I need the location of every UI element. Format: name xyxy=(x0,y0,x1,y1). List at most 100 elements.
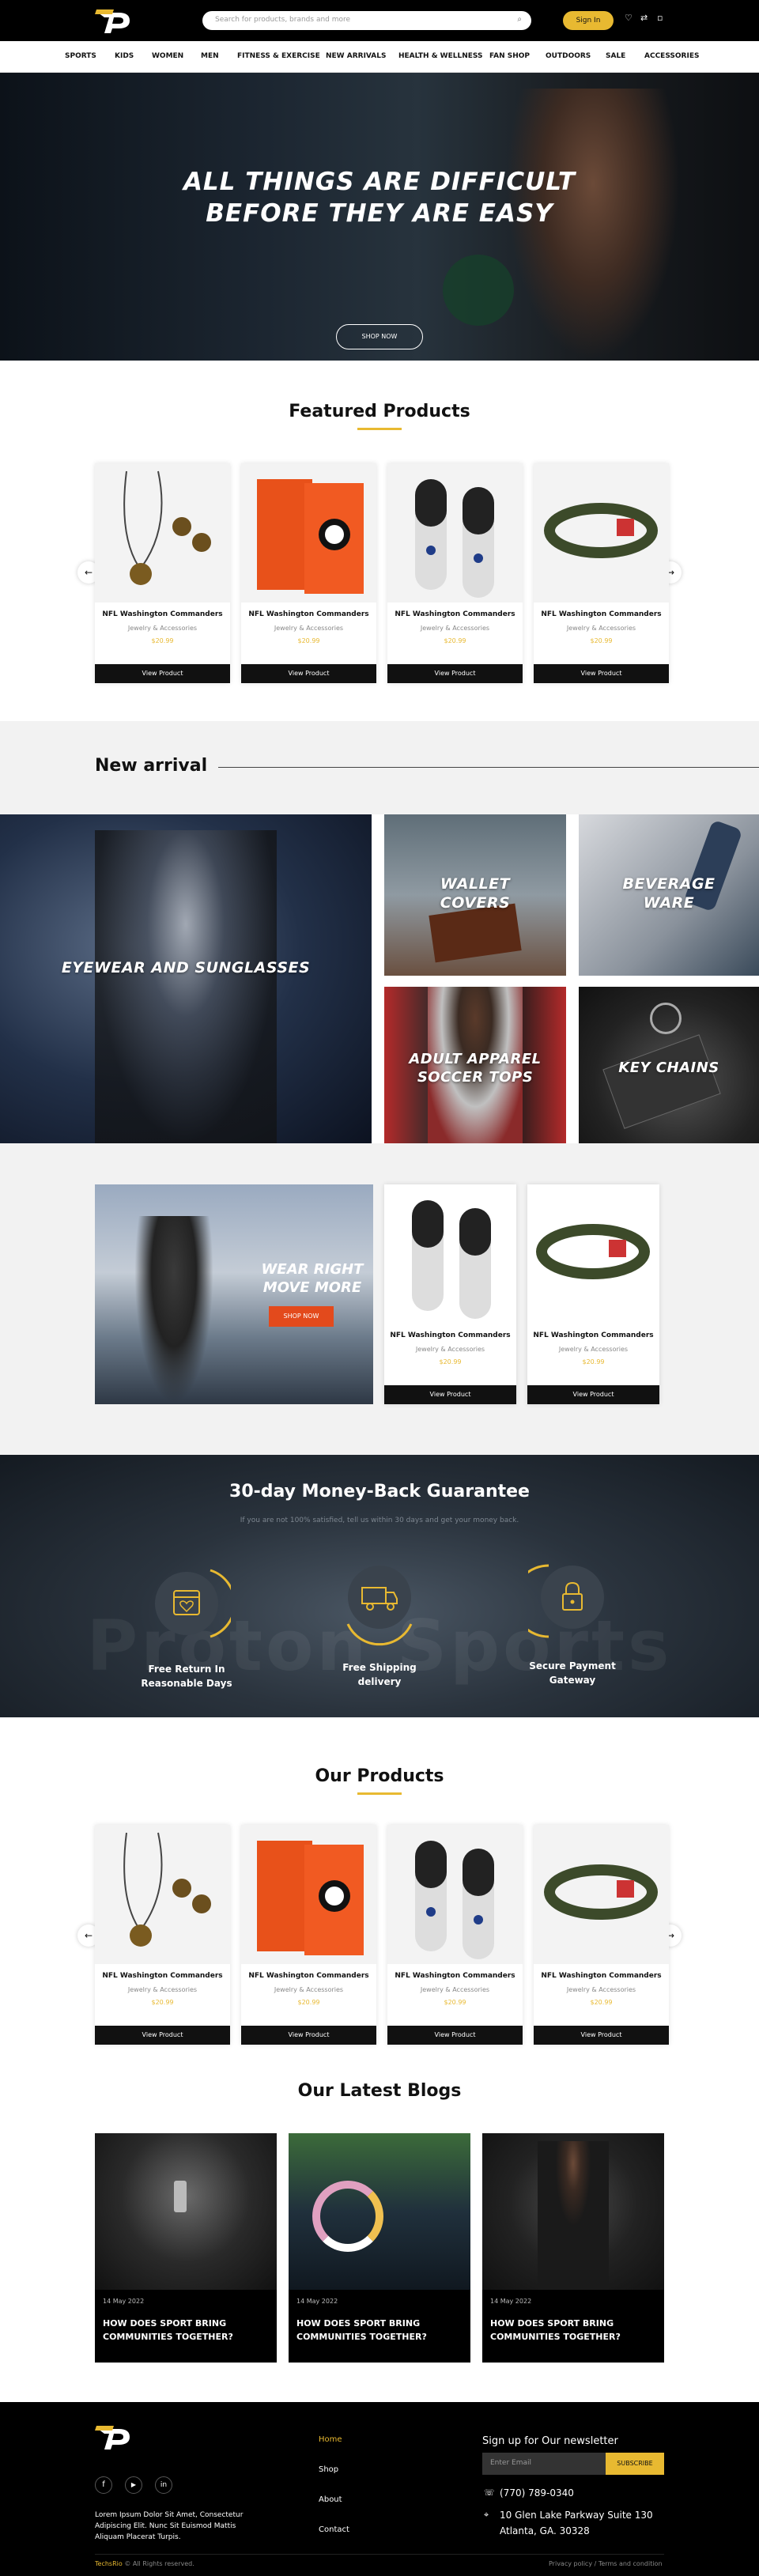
view-product-button[interactable]: View Product xyxy=(95,664,230,683)
footer-logo[interactable] xyxy=(95,2423,136,2451)
product-image-pouch[interactable] xyxy=(241,1825,376,1964)
compare-icon[interactable]: ⇄ xyxy=(640,13,648,23)
tile-soccer-label: ADULT APPAREL SOCCER TOPS xyxy=(409,1051,542,1086)
product-name[interactable]: NFL Washington Commanders xyxy=(384,1331,516,1339)
view-product-button[interactable]: View Product xyxy=(95,2026,230,2045)
product-name[interactable]: NFL Washington Commanders xyxy=(241,1972,376,1980)
product-image-pouch[interactable] xyxy=(241,463,376,602)
product-image-necklace[interactable] xyxy=(95,463,230,602)
tile-soccer[interactable]: ADULT APPAREL SOCCER TOPS xyxy=(384,987,566,1143)
product-card[interactable]: NFL Washington Commanders Jewelry & Acce… xyxy=(387,1825,523,2045)
heart-icon[interactable]: ♡ xyxy=(625,13,632,23)
nav-item-new-arrivals[interactable]: NEW ARRIVALS xyxy=(326,52,386,60)
blog-card[interactable]: 14 May 2022 HOW DOES SPORT BRING COMMUNI… xyxy=(95,2133,277,2363)
product-card[interactable]: NFL Washington Commanders Jewelry & Acce… xyxy=(527,1184,659,1404)
blog-date: 14 May 2022 xyxy=(296,2298,338,2305)
view-product-button[interactable]: View Product xyxy=(241,2026,376,2045)
product-image-bracelet[interactable] xyxy=(534,1825,669,1964)
tile-beverage[interactable]: BEVERAGE WARE xyxy=(579,814,759,976)
product-card[interactable]: NFL Washington Commanders Jewelry & Acce… xyxy=(387,463,523,683)
product-card[interactable]: NFL Washington Commanders Jewelry & Acce… xyxy=(241,463,376,683)
product-image-clips[interactable] xyxy=(387,1825,523,1964)
product-name[interactable]: NFL Washington Commanders xyxy=(534,610,669,618)
view-product-button[interactable]: View Product xyxy=(241,664,376,683)
nav-item-women[interactable]: WOMEN xyxy=(152,52,183,60)
promo-shop-now-button[interactable]: SHOP NOW xyxy=(269,1306,334,1327)
title-rule xyxy=(218,767,759,768)
product-name[interactable]: NFL Washington Commanders xyxy=(387,610,523,618)
nav-item-outdoors[interactable]: OUTDOORS xyxy=(546,52,591,60)
feature-line-1: Free Return In xyxy=(148,1664,225,1675)
nav-item-sports[interactable]: SPORTS xyxy=(65,52,96,60)
subscribe-button[interactable]: SUBSCRIBE xyxy=(606,2453,664,2475)
product-card[interactable]: NFL Washington Commanders Jewelry & Acce… xyxy=(95,463,230,683)
product-image-clips[interactable] xyxy=(387,463,523,602)
product-name[interactable]: NFL Washington Commanders xyxy=(241,610,376,618)
nav-item-men[interactable]: MEN xyxy=(201,52,219,60)
product-name[interactable]: NFL Washington Commanders xyxy=(534,1972,669,1980)
nav-item-fan-shop[interactable]: FAN SHOP xyxy=(489,52,530,60)
guarantee-section: Proton Sports 30-day Money-Back Guarante… xyxy=(0,1455,759,1717)
nav-item-accessories[interactable]: ACCESSORIES xyxy=(644,52,699,60)
product-name[interactable]: NFL Washington Commanders xyxy=(95,1972,230,1980)
view-product-button[interactable]: View Product xyxy=(534,2026,669,2045)
blog-image[interactable] xyxy=(289,2133,470,2290)
product-card[interactable]: NFL Washington Commanders Jewelry & Acce… xyxy=(534,463,669,683)
linkedin-icon[interactable]: in xyxy=(155,2476,172,2494)
newsletter-email-input[interactable]: Enter Email xyxy=(482,2453,606,2475)
search-input[interactable]: Search for products, brands and more ⌕ xyxy=(202,11,531,30)
product-image-bracelet[interactable] xyxy=(527,1184,659,1324)
feature-line-2: Reasonable Days xyxy=(141,1678,232,1689)
nav-item-fitness[interactable]: FITNESS & EXERCISE xyxy=(237,52,320,60)
nav-item-health[interactable]: HEALTH & WELLNESS xyxy=(398,52,482,60)
product-image-bracelet[interactable] xyxy=(534,463,669,602)
view-product-button[interactable]: View Product xyxy=(387,664,523,683)
blog-title[interactable]: HOW DOES SPORT BRING COMMUNITIES TOGETHE… xyxy=(103,2317,269,2344)
nav-item-kids[interactable]: KIDS xyxy=(115,52,134,60)
product-image-clips[interactable] xyxy=(384,1184,516,1324)
product-name[interactable]: NFL Washington Commanders xyxy=(387,1972,523,1980)
tile-wallet[interactable]: WALLET COVERS xyxy=(384,814,566,976)
product-name[interactable]: NFL Washington Commanders xyxy=(95,610,230,618)
product-image-necklace[interactable] xyxy=(95,1825,230,1964)
product-card[interactable]: NFL Washington Commanders Jewelry & Acce… xyxy=(534,1825,669,2045)
nav-item-sale[interactable]: SALE xyxy=(606,52,625,60)
youtube-icon[interactable]: ▶ xyxy=(125,2476,142,2494)
cart-icon[interactable]: ▫ xyxy=(657,13,663,23)
facebook-icon[interactable]: f xyxy=(95,2476,112,2494)
product-card[interactable]: NFL Washington Commanders Jewelry & Acce… xyxy=(241,1825,376,2045)
search-icon[interactable]: ⌕ xyxy=(517,15,522,24)
blog-card[interactable]: 14 May 2022 HOW DOES SPORT BRING COMMUNI… xyxy=(289,2133,470,2363)
promo-banner[interactable]: WEAR RIGHT MOVE MORE SHOP NOW xyxy=(95,1184,373,1404)
tile-keychains[interactable]: KEY CHAINS xyxy=(579,987,759,1143)
blog-title[interactable]: HOW DOES SPORT BRING COMMUNITIES TOGETHE… xyxy=(490,2317,656,2344)
tile-eyewear-label: EYEWEAR AND SUNGLASSES xyxy=(61,959,311,976)
view-product-button[interactable]: View Product xyxy=(384,1385,516,1404)
blog-title[interactable]: HOW DOES SPORT BRING COMMUNITIES TOGETHE… xyxy=(296,2317,463,2344)
proton-logo[interactable] xyxy=(95,6,136,35)
footer-phone[interactable]: (770) 789-0340 xyxy=(500,2487,574,2499)
blog-image[interactable] xyxy=(95,2133,277,2290)
product-card[interactable]: NFL Washington Commanders Jewelry & Acce… xyxy=(95,1825,230,2045)
bracelets-shape xyxy=(312,2181,383,2252)
footer-link-home[interactable]: Home xyxy=(319,2435,342,2444)
product-name[interactable]: NFL Washington Commanders xyxy=(527,1331,659,1339)
product-card[interactable]: NFL Washington Commanders Jewelry & Acce… xyxy=(384,1184,516,1404)
footer-link-shop[interactable]: Shop xyxy=(319,2465,338,2474)
view-product-button[interactable]: View Product xyxy=(527,1385,659,1404)
footer-link-about[interactable]: About xyxy=(319,2495,342,2504)
blog-card[interactable]: 14 May 2022 HOW DOES SPORT BRING COMMUNI… xyxy=(482,2133,664,2363)
blog-image[interactable] xyxy=(482,2133,664,2290)
sign-in-button[interactable]: Sign In xyxy=(563,11,614,30)
hero-shop-now-button[interactable]: SHOP NOW xyxy=(336,324,423,349)
tile-eyewear[interactable]: EYEWEAR AND SUNGLASSES xyxy=(0,814,372,1143)
footer-link-contact[interactable]: Contact xyxy=(319,2525,349,2534)
view-product-button[interactable]: View Product xyxy=(387,2026,523,2045)
product-category: Jewelry & Accessories xyxy=(127,625,198,632)
phone-icon: ☏ xyxy=(484,2487,495,2498)
view-product-button[interactable]: View Product xyxy=(534,664,669,683)
footer-policy-links[interactable]: Privacy policy / Terms and condition xyxy=(549,2560,663,2567)
product-category: Jewelry & Accessories xyxy=(274,1986,344,1993)
footer-brand[interactable]: TechsRio xyxy=(95,2560,123,2567)
footer-address-2: Atlanta, GA. 30328 xyxy=(500,2525,590,2536)
